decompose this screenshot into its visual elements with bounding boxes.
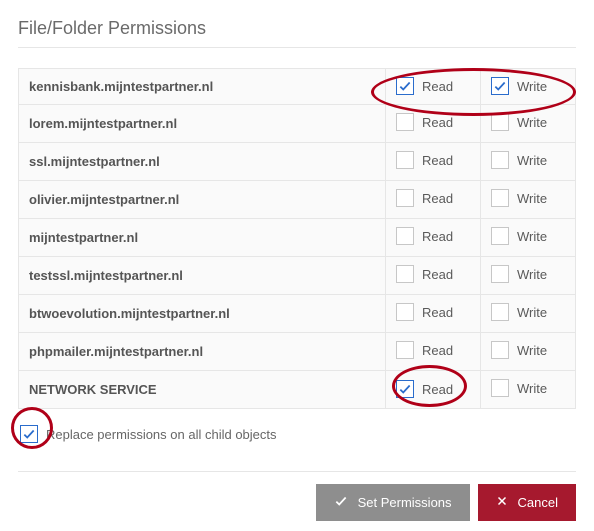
checkbox[interactable] [396,265,414,283]
write-label: Write [517,191,547,206]
permissions-dialog: File/Folder Permissions kennisbank.mijnt… [0,0,594,531]
cancel-label: Cancel [518,495,558,510]
read-checkbox[interactable]: Read [396,151,453,169]
write-label: Write [517,229,547,244]
replace-child-checkbox[interactable] [20,425,38,443]
close-icon [496,495,508,510]
checkbox[interactable] [396,189,414,207]
write-checkbox[interactable]: Write [491,341,547,359]
read-label: Read [422,229,453,244]
table-row: ssl.mijntestpartner.nl Read Write [19,143,576,181]
row-name: ssl.mijntestpartner.nl [19,143,386,181]
write-label: Write [517,305,547,320]
dialog-title: File/Folder Permissions [18,18,576,48]
checkbox[interactable] [491,379,509,397]
cancel-button[interactable]: Cancel [478,484,576,521]
write-label: Write [517,79,547,94]
permissions-tbody: kennisbank.mijntestpartner.nlReadWritelo… [19,69,576,409]
read-checkbox[interactable]: Read [396,77,453,95]
table-row: NETWORK SERVICE Read Write [19,371,576,409]
row-name: lorem.mijntestpartner.nl [19,105,386,143]
checkbox[interactable] [396,113,414,131]
read-checkbox[interactable]: Read [396,303,453,321]
read-checkbox[interactable]: Read [396,227,453,245]
read-checkbox[interactable]: Read [396,341,453,359]
read-label: Read [422,191,453,206]
row-name: phpmailer.mijntestpartner.nl [19,333,386,371]
write-label: Write [517,343,547,358]
read-label: Read [422,79,453,94]
read-label: Read [422,267,453,282]
replace-child-label: Replace permissions on all child objects [46,427,277,442]
checkbox[interactable] [491,151,509,169]
table-row: btwoevolution.mijntestpartner.nl Read Writ… [19,295,576,333]
check-icon [334,494,348,511]
write-checkbox[interactable]: Write [491,265,547,283]
write-checkbox[interactable]: Write [491,303,547,321]
replace-child-row[interactable]: Replace permissions on all child objects [18,423,576,445]
write-checkbox[interactable]: Write [491,113,547,131]
row-name: testssl.mijntestpartner.nl [19,257,386,295]
read-checkbox[interactable]: Read [396,113,453,131]
checkbox[interactable] [491,227,509,245]
write-checkbox[interactable]: Write [491,379,547,397]
checkbox[interactable] [491,265,509,283]
write-label: Write [517,153,547,168]
write-checkbox[interactable]: Write [491,151,547,169]
permissions-table: kennisbank.mijntestpartner.nlReadWritelo… [18,68,576,409]
read-label: Read [422,115,453,130]
checkbox[interactable] [396,341,414,359]
write-checkbox[interactable]: Write [491,189,547,207]
checkbox[interactable] [491,189,509,207]
write-label: Write [517,267,547,282]
checkbox[interactable] [396,380,414,398]
checkbox[interactable] [396,77,414,95]
write-label: Write [517,381,547,396]
read-checkbox[interactable]: Read [396,265,453,283]
row-name: NETWORK SERVICE [19,371,386,409]
checkbox[interactable] [491,113,509,131]
read-checkbox[interactable]: Read [396,380,453,398]
set-permissions-label: Set Permissions [358,495,452,510]
read-label: Read [422,305,453,320]
row-name: olivier.mijntestpartner.nl [19,181,386,219]
read-label: Read [422,382,453,397]
table-row: olivier.mijntestpartner.nl Read Write [19,181,576,219]
checkbox[interactable] [396,151,414,169]
write-checkbox[interactable]: Write [491,227,547,245]
read-checkbox[interactable]: Read [396,189,453,207]
row-name: kennisbank.mijntestpartner.nl [19,69,386,105]
table-row: kennisbank.mijntestpartner.nl Read Write [19,69,576,105]
checkbox[interactable] [491,341,509,359]
checkbox[interactable] [396,227,414,245]
checkbox[interactable] [491,77,509,95]
read-label: Read [422,153,453,168]
dialog-footer: Set Permissions Cancel [18,471,576,521]
table-row: lorem.mijntestpartner.nl Read Write [19,105,576,143]
write-label: Write [517,115,547,130]
row-name: btwoevolution.mijntestpartner.nl [19,295,386,333]
row-name: mijntestpartner.nl [19,219,386,257]
checkbox[interactable] [396,303,414,321]
set-permissions-button[interactable]: Set Permissions [316,484,470,521]
read-label: Read [422,343,453,358]
table-row: testssl.mijntestpartner.nl Read Write [19,257,576,295]
write-checkbox[interactable]: Write [491,77,547,95]
checkbox[interactable] [491,303,509,321]
table-row: mijntestpartner.nl Read Write [19,219,576,257]
table-row: phpmailer.mijntestpartner.nl Read Write [19,333,576,371]
